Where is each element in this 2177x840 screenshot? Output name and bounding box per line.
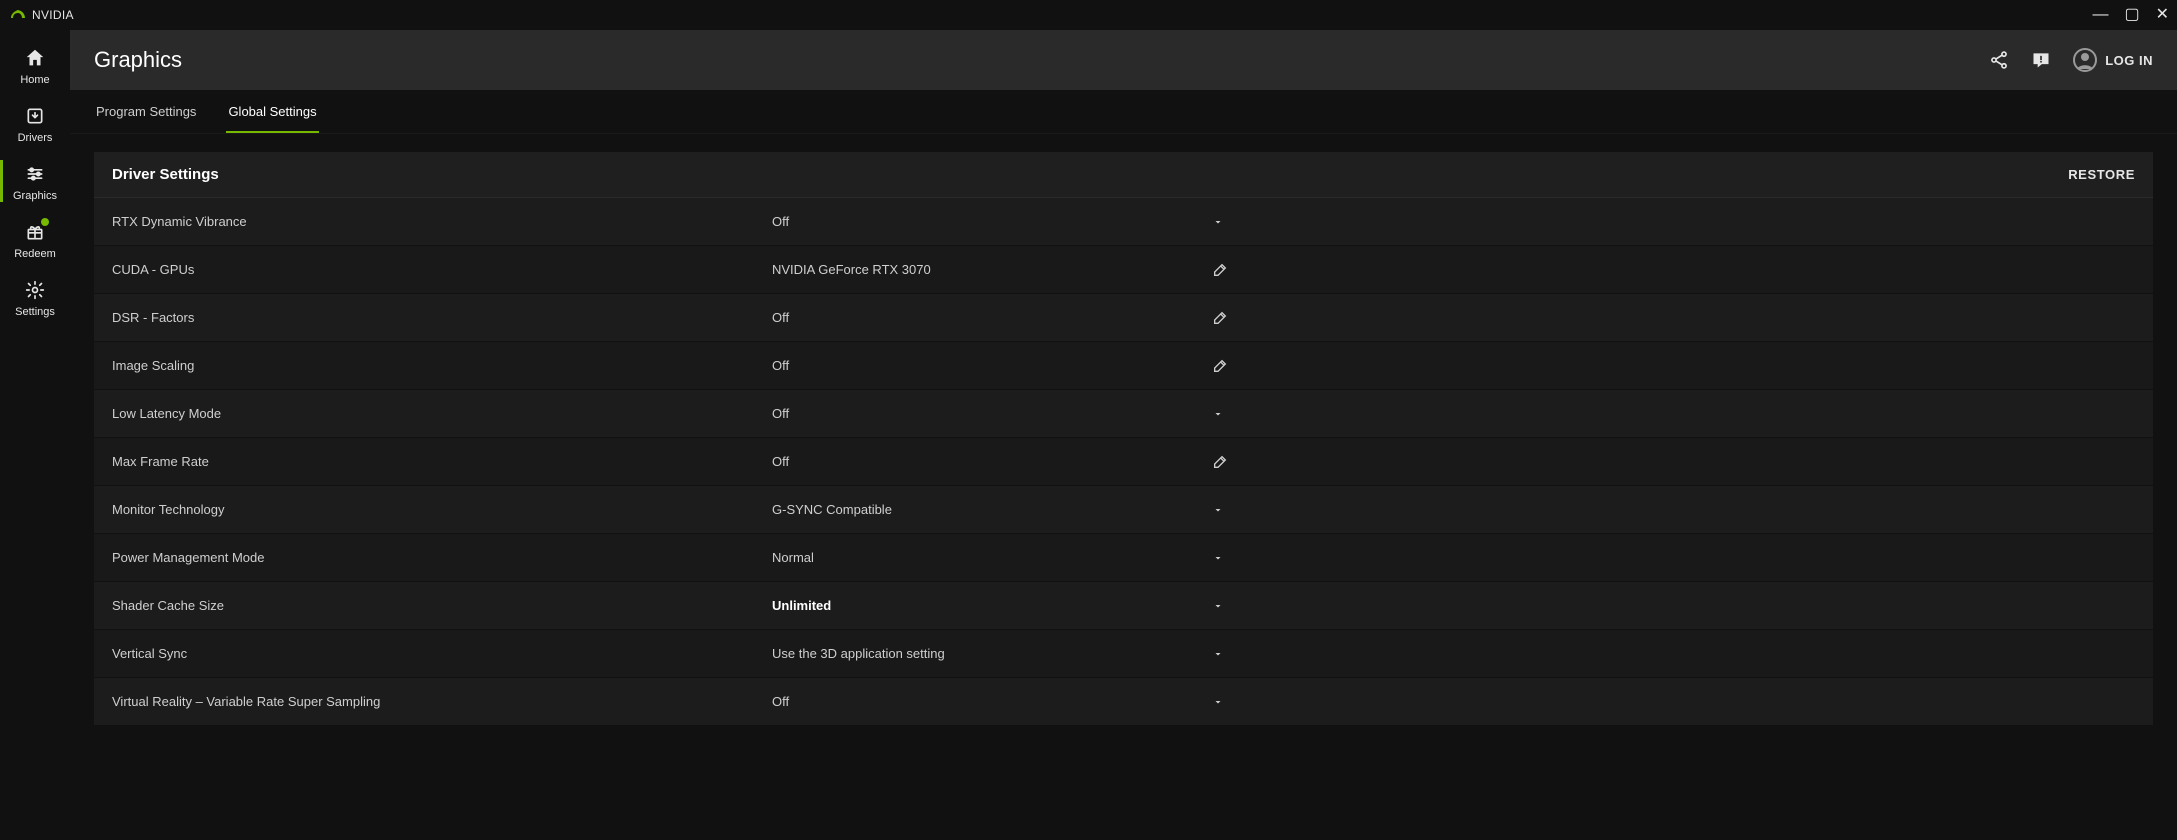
setting-name: Max Frame Rate — [112, 454, 772, 469]
edit-icon[interactable] — [1212, 262, 1228, 278]
notification-dot-icon — [41, 218, 49, 226]
chevron-down-icon[interactable] — [1212, 216, 1224, 228]
setting-value: Off — [772, 310, 1212, 325]
setting-name: Vertical Sync — [112, 646, 772, 661]
setting-row[interactable]: Virtual Reality – Variable Rate Super Sa… — [94, 678, 2153, 726]
settings-table: RTX Dynamic VibranceOffCUDA - GPUsNVIDIA… — [94, 198, 2153, 726]
gift-icon — [23, 220, 47, 244]
sidebar-item-home[interactable]: Home — [0, 36, 70, 94]
setting-row[interactable]: Monitor TechnologyG-SYNC Compatible — [94, 486, 2153, 534]
setting-row[interactable]: RTX Dynamic VibranceOff — [94, 198, 2153, 246]
setting-row[interactable]: Max Frame RateOff — [94, 438, 2153, 486]
sidebar-item-label: Graphics — [13, 190, 57, 202]
section-title: Driver Settings — [112, 166, 219, 183]
chevron-down-icon[interactable] — [1212, 552, 1224, 564]
titlebar: NVIDIA — ▢ ✕ — [0, 0, 2177, 30]
setting-value: Unlimited — [772, 598, 1212, 613]
sidebar-item-label: Drivers — [18, 132, 53, 144]
setting-value: Off — [772, 406, 1212, 421]
setting-row[interactable]: Vertical SyncUse the 3D application sett… — [94, 630, 2153, 678]
nvidia-logo-icon — [8, 9, 26, 21]
section-header: Driver Settings RESTORE — [94, 152, 2153, 198]
maximize-button[interactable]: ▢ — [2124, 7, 2139, 23]
minimize-button[interactable]: — — [2092, 7, 2108, 23]
setting-name: Monitor Technology — [112, 502, 772, 517]
setting-name: Image Scaling — [112, 358, 772, 373]
setting-value: NVIDIA GeForce RTX 3070 — [772, 262, 1212, 277]
home-icon — [23, 46, 47, 70]
setting-value: Off — [772, 454, 1212, 469]
setting-name: DSR - Factors — [112, 310, 772, 325]
setting-name: CUDA - GPUs — [112, 262, 772, 277]
setting-value: Use the 3D application setting — [772, 646, 1212, 661]
setting-value: Off — [772, 694, 1212, 709]
edit-icon[interactable] — [1212, 358, 1228, 374]
gear-icon — [23, 278, 47, 302]
login-label: LOG IN — [2105, 53, 2153, 68]
setting-value: G-SYNC Compatible — [772, 502, 1212, 517]
setting-row[interactable]: Power Management ModeNormal — [94, 534, 2153, 582]
header: Graphics LOG IN — [70, 30, 2177, 90]
restore-button[interactable]: RESTORE — [2068, 167, 2135, 182]
setting-name: RTX Dynamic Vibrance — [112, 214, 772, 229]
sidebar-item-label: Settings — [15, 306, 55, 318]
chevron-down-icon[interactable] — [1212, 648, 1224, 660]
edit-icon[interactable] — [1212, 454, 1228, 470]
setting-value: Off — [772, 214, 1212, 229]
chevron-down-icon[interactable] — [1212, 600, 1224, 612]
chevron-down-icon[interactable] — [1212, 504, 1224, 516]
setting-row[interactable]: Image ScalingOff — [94, 342, 2153, 390]
chevron-down-icon[interactable] — [1212, 696, 1224, 708]
tab-global-settings[interactable]: Global Settings — [226, 90, 318, 133]
share-icon[interactable] — [1989, 50, 2009, 70]
setting-name: Virtual Reality – Variable Rate Super Sa… — [112, 694, 772, 709]
drivers-icon — [23, 104, 47, 128]
sliders-icon — [23, 162, 47, 186]
setting-row[interactable]: Shader Cache SizeUnlimited — [94, 582, 2153, 630]
sidebar-item-graphics[interactable]: Graphics — [0, 152, 70, 210]
sidebar-item-label: Home — [20, 74, 49, 86]
close-button[interactable]: ✕ — [2156, 7, 2169, 23]
feedback-icon[interactable] — [2031, 50, 2051, 70]
setting-name: Low Latency Mode — [112, 406, 772, 421]
tab-program-settings[interactable]: Program Settings — [94, 90, 198, 133]
edit-icon[interactable] — [1212, 310, 1228, 326]
sidebar-item-drivers[interactable]: Drivers — [0, 94, 70, 152]
page-title: Graphics — [94, 47, 182, 73]
setting-name: Power Management Mode — [112, 550, 772, 565]
setting-name: Shader Cache Size — [112, 598, 772, 613]
app-name: NVIDIA — [32, 8, 74, 22]
setting-row[interactable]: Low Latency ModeOff — [94, 390, 2153, 438]
setting-value: Normal — [772, 550, 1212, 565]
sidebar-item-label: Redeem — [14, 248, 56, 260]
chevron-down-icon[interactable] — [1212, 408, 1224, 420]
setting-row[interactable]: DSR - FactorsOff — [94, 294, 2153, 342]
avatar-icon — [2073, 48, 2097, 72]
tabs: Program Settings Global Settings — [70, 90, 2177, 134]
sidebar-item-settings[interactable]: Settings — [0, 268, 70, 326]
window-controls: — ▢ ✕ — [2092, 7, 2169, 23]
sidebar-item-redeem[interactable]: Redeem — [0, 210, 70, 268]
setting-row[interactable]: CUDA - GPUsNVIDIA GeForce RTX 3070 — [94, 246, 2153, 294]
login-button[interactable]: LOG IN — [2073, 48, 2153, 72]
setting-value: Off — [772, 358, 1212, 373]
sidebar: Home Drivers Graphics Redeem Settin — [0, 30, 70, 840]
